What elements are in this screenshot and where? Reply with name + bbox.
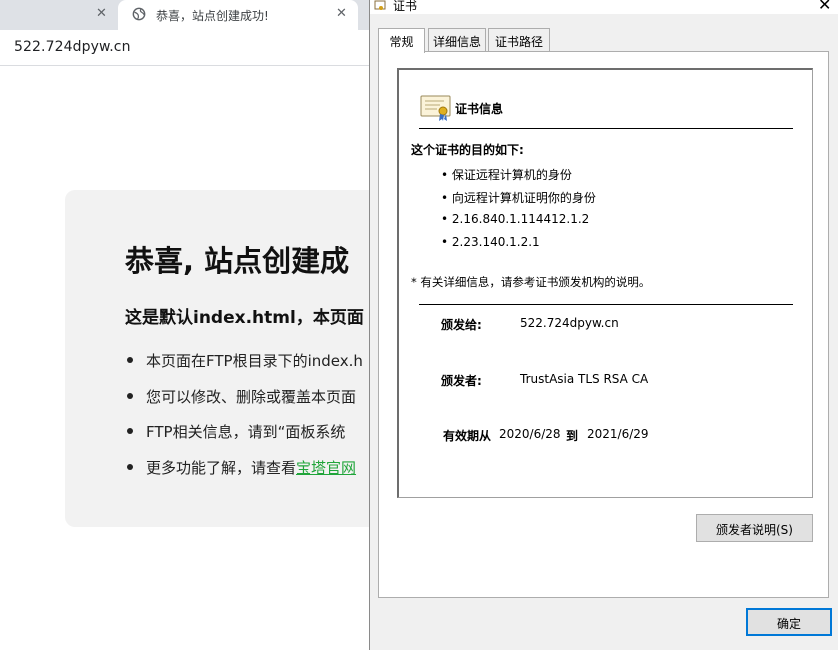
welcome-card: 恭喜, 站点创建成 这是默认index.html，本页面 本页面在FTP根目录下…: [65, 190, 405, 527]
tab-details[interactable]: 详细信息: [428, 28, 486, 52]
validity-to-label: 到: [566, 429, 579, 443]
tab-close-icon[interactable]: ✕: [96, 6, 107, 21]
purpose-heading: 这个证书的目的如下:: [411, 143, 524, 157]
issued-to-value: 522.724dpyw.cn: [520, 316, 619, 330]
tab-title: 恭喜，站点创建成功!: [156, 9, 269, 23]
valid-from-value: 2020/6/28: [499, 427, 561, 441]
tab-close-icon[interactable]: ✕: [336, 6, 347, 21]
list-item: FTP相关信息，请到“面板系统: [125, 421, 363, 457]
close-icon[interactable]: ✕: [818, 0, 831, 14]
tab-previous[interactable]: ✕: [0, 0, 118, 30]
certificate-icon: [420, 95, 451, 121]
general-tab-panel: 证书信息 这个证书的目的如下: 保证远程计算机的身份 向远程计算机证明你的身份 …: [378, 51, 829, 598]
page-subtitle: 这是默认index.html，本页面: [125, 308, 364, 328]
bt-official-site-link[interactable]: 宝塔官网: [296, 459, 356, 477]
ok-button[interactable]: 确定: [746, 608, 832, 636]
certificate-info-box: 证书信息 这个证书的目的如下: 保证远程计算机的身份 向远程计算机证明你的身份 …: [397, 68, 813, 498]
info-list: 本页面在FTP根目录下的index.h 您可以修改、删除或覆盖本页面 FTP相关…: [125, 350, 363, 492]
list-item: 更多功能了解，请查看宝塔官网: [125, 457, 363, 493]
issued-to-label: 颁发给:: [441, 318, 482, 332]
list-item: 保证远程计算机的身份: [441, 166, 596, 189]
dialog-title: 证书: [393, 0, 418, 13]
divider: [419, 304, 793, 305]
divider: [419, 128, 793, 129]
issuer-statement-button[interactable]: 颁发者说明(S): [696, 514, 813, 542]
url-text[interactable]: 522.724dpyw.cn: [14, 39, 131, 55]
tab-certification-path[interactable]: 证书路径: [488, 28, 550, 52]
list-item: 您可以修改、删除或覆盖本页面: [125, 386, 363, 422]
purpose-list: 保证远程计算机的身份 向远程计算机证明你的身份 2.16.840.1.11441…: [441, 166, 596, 258]
list-item: 2.23.140.1.2.1: [441, 235, 596, 258]
tab-general[interactable]: 常规: [378, 28, 425, 53]
issued-by-label: 颁发者:: [441, 374, 482, 388]
validity-from-label: 有效期从: [443, 429, 492, 443]
certificate-dialog: 证书 ✕ 常规 详细信息 证书路径 证书信息 这个证书的目的如下: 保证远程计算…: [369, 0, 838, 650]
list-item: 向远程计算机证明你的身份: [441, 189, 596, 212]
issued-by-value: TrustAsia TLS RSA CA: [520, 372, 649, 386]
page-title: 恭喜, 站点创建成: [125, 244, 350, 278]
list-item: 本页面在FTP根目录下的index.h: [125, 350, 363, 386]
footnote: * 有关详细信息，请参考证书颁发机构的说明。: [411, 275, 651, 289]
dialog-titlebar[interactable]: 证书 ✕: [370, 0, 838, 14]
certificate-info-title: 证书信息: [455, 102, 504, 116]
tab-current[interactable]: 恭喜，站点创建成功! ✕: [118, 0, 358, 30]
list-item: 2.16.840.1.114412.1.2: [441, 212, 596, 235]
valid-to-value: 2021/6/29: [587, 427, 649, 441]
globe-icon: [132, 7, 146, 21]
certificate-icon: [374, 0, 386, 10]
